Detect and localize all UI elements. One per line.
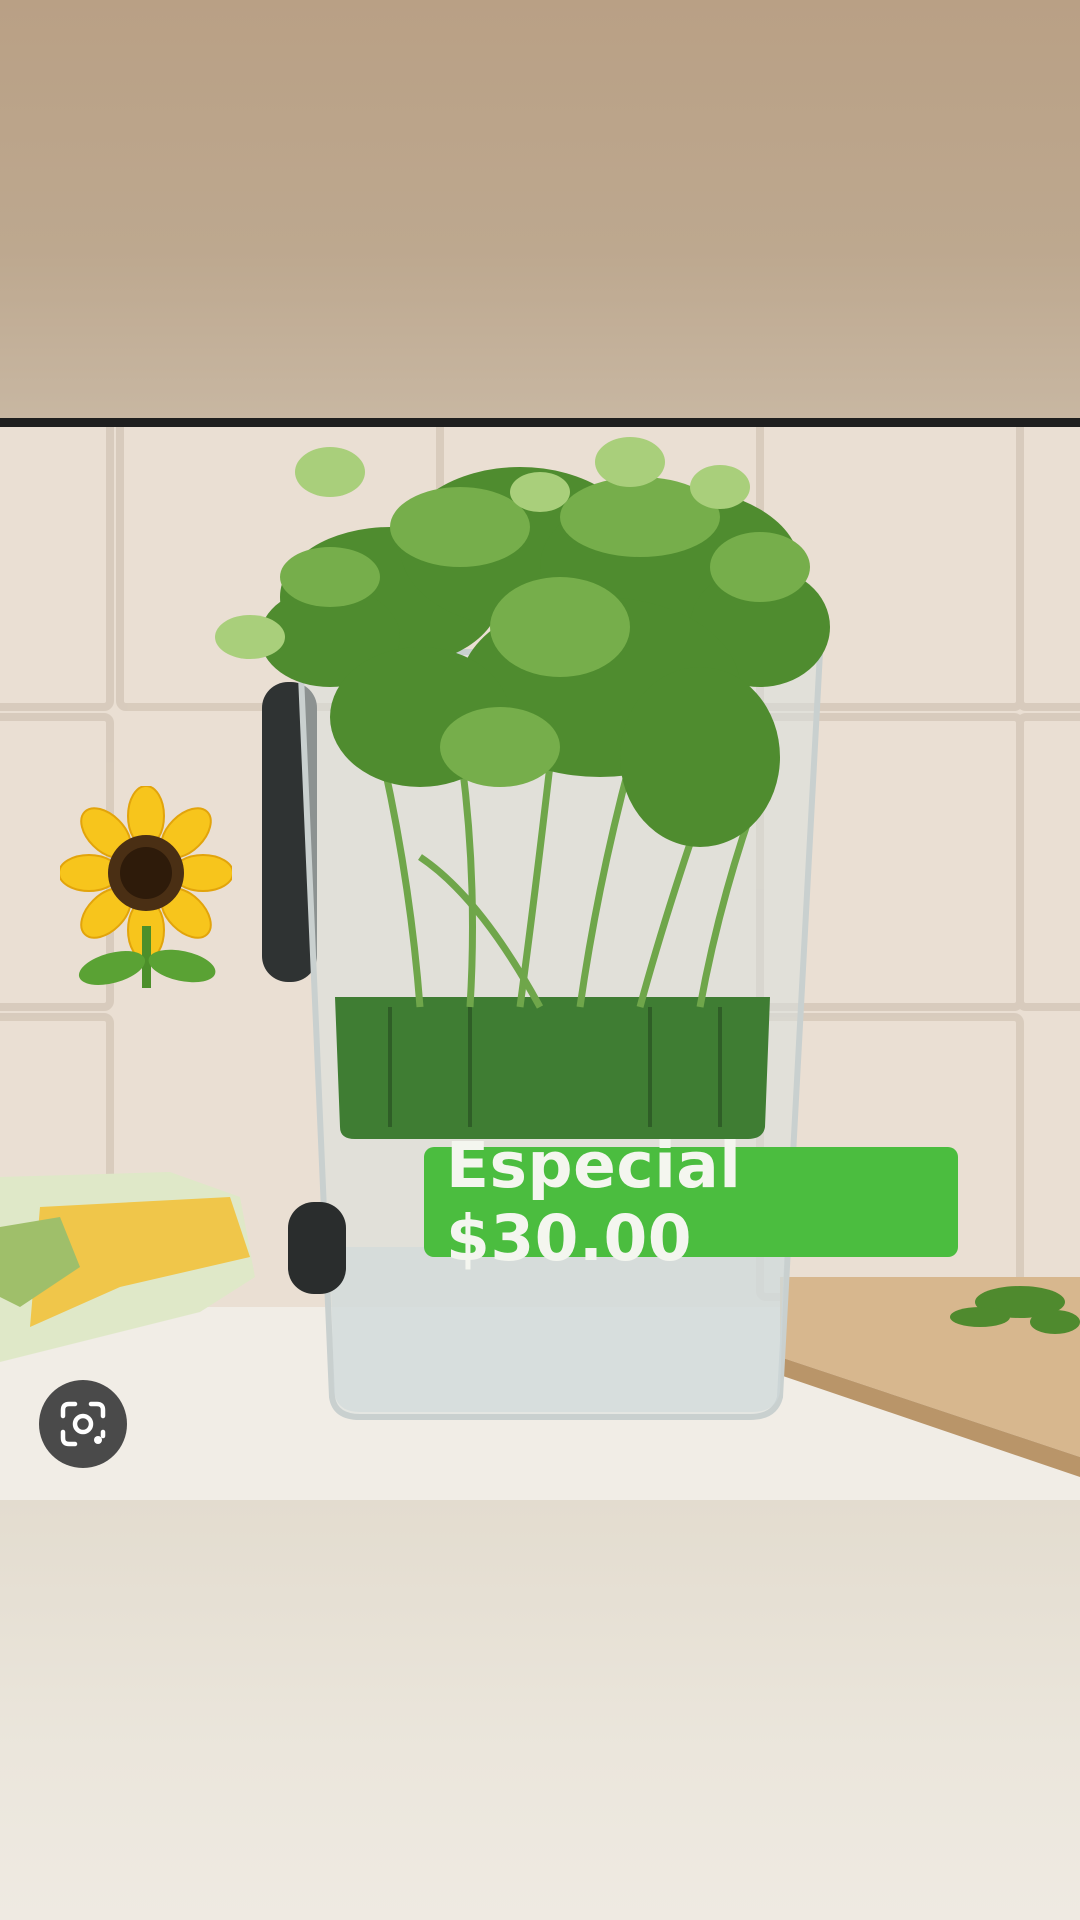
- price-tag: Especial $30.00: [424, 1129, 958, 1275]
- top-background-band: [0, 0, 1080, 420]
- google-lens-icon: [60, 1401, 106, 1447]
- sunflower-icon: [58, 785, 234, 996]
- bottom-background-band: [0, 1500, 1080, 1920]
- image-top-border: [0, 418, 1080, 427]
- price-tag-text: Especial $30.00: [446, 1129, 742, 1275]
- google-lens-button[interactable]: [39, 1380, 127, 1468]
